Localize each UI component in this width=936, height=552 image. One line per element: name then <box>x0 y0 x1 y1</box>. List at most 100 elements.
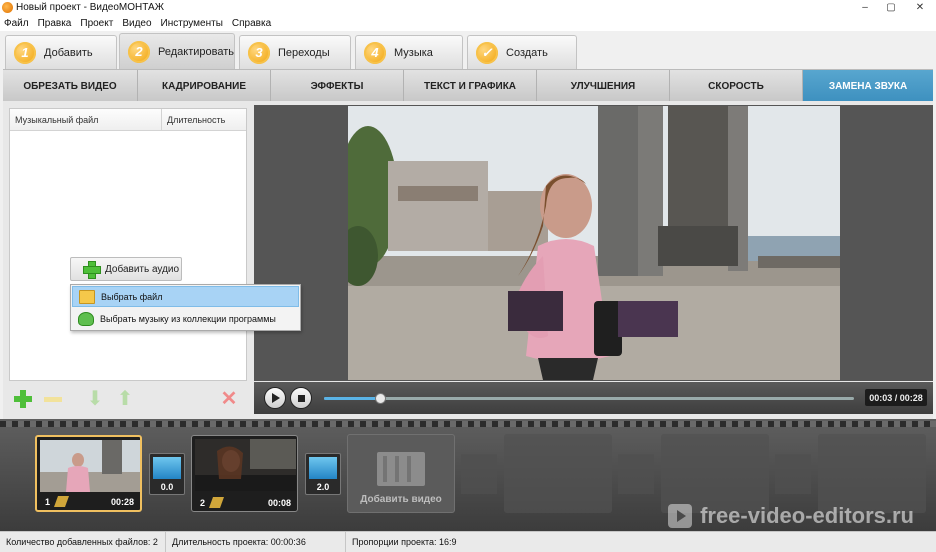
stop-button[interactable] <box>290 387 312 409</box>
clip-thumbnail-image <box>40 440 140 492</box>
menu-item-label: Выбрать музыку из коллекции программы <box>100 313 276 324</box>
menu-item-help[interactable]: Справка <box>232 18 271 29</box>
timeline-clip[interactable]: 2 00:08 <box>191 435 298 512</box>
menu-bar: Файл Правка Проект Видео Инструменты Спр… <box>0 15 936 31</box>
playback-progress <box>324 397 381 400</box>
menu-item-tools[interactable]: Инструменты <box>161 18 223 29</box>
music-note-icon <box>78 311 94 326</box>
empty-clip-slot <box>504 434 612 513</box>
timeline: 1 00:28 0.0 2 00:08 2.0 Добавить видео f… <box>0 419 936 531</box>
add-video-label: Добавить видео <box>360 494 442 505</box>
step-number-badge: 2 <box>128 40 150 63</box>
timeline-transition[interactable]: 2.0 <box>305 453 341 495</box>
step-tab-create[interactable]: ✓ Создать <box>467 35 577 69</box>
step-number-badge: 1 <box>14 41 36 64</box>
step-tab-add[interactable]: 1 Добавить <box>5 35 117 69</box>
menu-item-choose-file[interactable]: Выбрать файл <box>72 286 299 307</box>
transition-icon <box>153 457 181 479</box>
add-video-button[interactable]: Добавить видео <box>347 434 455 513</box>
video-frame-image <box>348 106 840 380</box>
column-music-file[interactable]: Музыкальный файл <box>10 109 162 130</box>
clip-duration: 00:28 <box>110 496 134 507</box>
step-tab-transitions[interactable]: 3 Переходы <box>239 35 351 69</box>
remove-track-icon[interactable] <box>44 390 62 408</box>
move-down-icon[interactable]: ⬇ <box>86 389 104 409</box>
plus-icon <box>83 261 101 279</box>
step-label: Редактировать <box>158 45 234 58</box>
move-up-icon[interactable]: ⬆ <box>116 389 134 409</box>
clip-footer: 2 00:08 <box>192 494 297 511</box>
subtab-effects[interactable]: ЭФФЕКТЫ <box>271 70 404 102</box>
step-number-badge: 4 <box>364 41 386 64</box>
app-logo-icon <box>2 2 13 13</box>
empty-clip-slot <box>661 434 769 513</box>
watermark-text: free-video-editors.ru <box>700 503 914 528</box>
video-preview <box>254 105 933 381</box>
subtab-speed[interactable]: СКОРОСТЬ <box>670 70 803 102</box>
watermark-play-icon <box>668 504 693 528</box>
subtab-text[interactable]: ТЕКСТ И ГРАФИКА <box>404 70 537 102</box>
menu-item-video[interactable]: Видео <box>122 18 151 29</box>
play-icon <box>272 393 280 403</box>
edit-subtabs: ОБРЕЗАТЬ ВИДЕО КАДРИРОВАНИЕ ЭФФЕКТЫ ТЕКС… <box>3 69 933 102</box>
status-aspect-ratio: Пропорции проекта: 16:9 <box>352 537 457 547</box>
maximize-button[interactable]: ▢ <box>878 0 904 15</box>
empty-transition-slot <box>775 454 811 494</box>
column-duration[interactable]: Длительность <box>162 109 246 130</box>
status-project-duration: Длительность проекта: 00:00:36 <box>166 531 346 552</box>
title-bar: Новый проект - ВидеоМОНТАЖ – ▢ ✕ <box>0 0 936 15</box>
watermark: free-video-editors.ru <box>668 503 914 529</box>
play-button[interactable] <box>264 387 286 409</box>
clip-thumbnail <box>40 440 140 492</box>
menu-item-edit[interactable]: Правка <box>38 18 72 29</box>
clip-footer: 1 00:28 <box>37 493 140 510</box>
menu-item-file[interactable]: Файл <box>4 18 29 29</box>
step-label: Добавить <box>44 46 93 59</box>
edit-pencil-icon[interactable] <box>209 497 225 508</box>
subtab-replace-audio[interactable]: ЗАМЕНА ЗВУКА <box>803 70 933 102</box>
playback-slider-handle[interactable] <box>374 393 386 404</box>
add-audio-button[interactable]: Добавить аудио <box>70 257 182 281</box>
timeline-transition[interactable]: 0.0 <box>149 453 185 495</box>
window-title: Новый проект - ВидеоМОНТАЖ <box>16 2 164 13</box>
status-bar: Количество добавленных файлов: 2 Длитель… <box>0 531 936 552</box>
add-track-icon[interactable] <box>14 390 32 408</box>
add-audio-label: Добавить аудио <box>105 263 180 275</box>
empty-clip-slot <box>818 434 926 513</box>
status-file-count: Количество добавленных файлов: 2 <box>0 531 166 552</box>
close-button[interactable]: ✕ <box>904 0 936 15</box>
stop-icon <box>297 394 305 402</box>
video-frame <box>348 106 840 380</box>
window-controls: – ▢ ✕ <box>852 0 936 15</box>
clip-thumbnail-image <box>195 439 296 491</box>
music-list-toolbar: ⬇ ⬆ ✕ <box>14 389 244 412</box>
transition-duration: 2.0 <box>316 482 330 492</box>
minimize-button[interactable]: – <box>852 0 878 15</box>
delete-icon[interactable]: ✕ <box>220 389 238 409</box>
folder-icon <box>79 289 95 304</box>
empty-transition-slot <box>461 454 497 494</box>
time-readout: 00:03 / 00:28 <box>865 389 927 406</box>
edit-pencil-icon[interactable] <box>54 496 70 507</box>
clip-number: 2 <box>200 497 206 508</box>
clip-duration: 00:08 <box>267 497 291 508</box>
add-audio-menu: Выбрать файл Выбрать музыку из коллекции… <box>70 284 301 331</box>
step-label: Переходы <box>278 46 330 59</box>
music-list-panel: Музыкальный файл Длительность <box>9 108 247 381</box>
step-tab-music[interactable]: 4 Музыка <box>355 35 463 69</box>
menu-item-music-collection[interactable]: Выбрать музыку из коллекции программы <box>72 308 299 329</box>
film-icon <box>377 452 425 486</box>
subtab-crop[interactable]: КАДРИРОВАНИЕ <box>138 70 271 102</box>
transition-duration: 0.0 <box>160 482 174 492</box>
menu-item-project[interactable]: Проект <box>80 18 113 29</box>
clip-thumbnail <box>195 439 296 491</box>
transition-icon <box>309 457 337 479</box>
checkmark-icon: ✓ <box>476 41 498 64</box>
subtab-enhance[interactable]: УЛУЧШЕНИЯ <box>537 70 670 102</box>
clip-number: 1 <box>45 496 51 507</box>
playback-slider[interactable] <box>324 393 854 404</box>
step-tab-edit[interactable]: 2 Редактировать <box>119 33 235 69</box>
step-label: Создать <box>506 46 548 59</box>
timeline-clip[interactable]: 1 00:28 <box>35 435 142 512</box>
subtab-trim[interactable]: ОБРЕЗАТЬ ВИДЕО <box>3 70 138 102</box>
